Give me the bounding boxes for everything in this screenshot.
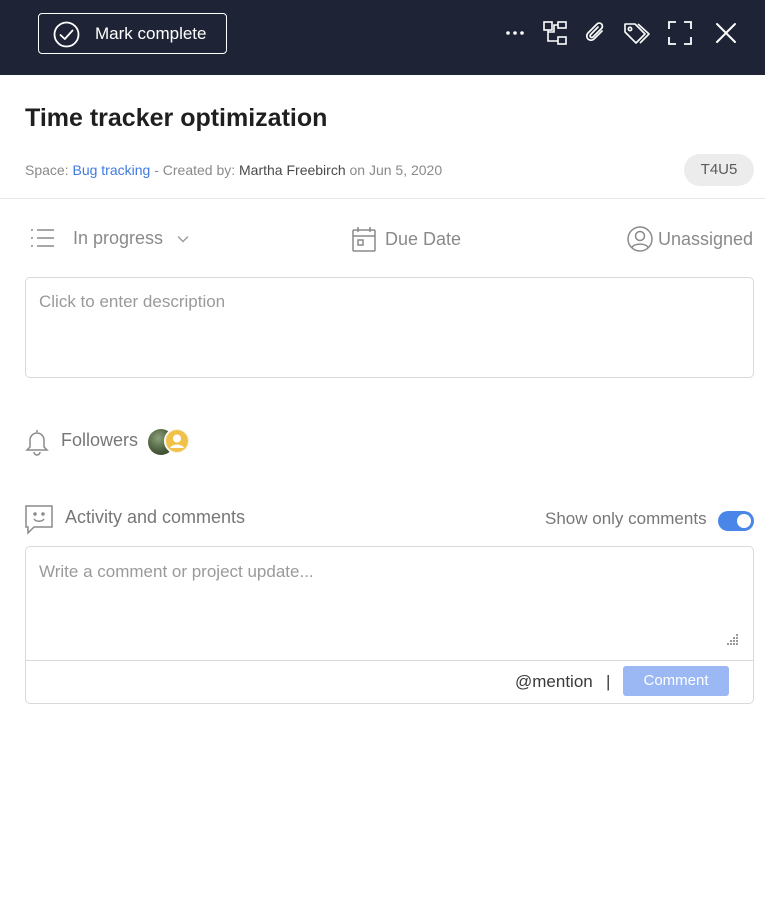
calendar-icon [352,227,376,252]
status-value: In progress [73,228,164,248]
task-id-badge: T4U5 [684,154,754,186]
comment-footer-divider [26,660,753,661]
followers-label: Followers [61,430,139,450]
user-circle-icon [627,226,653,252]
assignee-value: Unassigned [658,228,754,249]
mention-button[interactable]: @mention [515,672,593,692]
tags-icon[interactable] [623,20,653,46]
toggle-knob [737,514,751,528]
comment-input[interactable] [26,547,753,660]
comment-box: @mention | Comment [25,546,754,704]
task-title[interactable]: Time tracker optimization [25,104,327,133]
description-field[interactable]: Click to enter description [25,277,754,378]
attachment-icon[interactable] [583,20,609,46]
chat-smile-icon [25,505,53,535]
mark-complete-button[interactable]: Mark complete [38,13,227,54]
created-prefix: - Created by: [150,162,240,178]
show-only-comments-toggle[interactable] [718,511,754,531]
resize-handle-icon[interactable] [727,633,739,645]
avatar-user-icon [166,430,188,452]
more-icon[interactable] [502,20,528,46]
bell-icon [25,430,49,456]
task-meta: Space: Bug tracking - Created by: Martha… [25,162,442,178]
status-dropdown[interactable]: In progress [30,226,189,251]
fullscreen-icon[interactable] [667,20,693,46]
close-icon[interactable] [713,20,739,46]
follower-avatar[interactable] [164,428,190,454]
mark-complete-label: Mark complete [95,24,207,43]
space-link[interactable]: Bug tracking [72,162,150,178]
top-toolbar: Mark complete [0,0,765,75]
assignee-picker[interactable]: Unassigned [627,226,753,252]
comment-submit-button[interactable]: Comment [623,666,729,696]
list-icon [31,229,54,247]
creator-name: Martha Freebirch [239,162,346,178]
description-placeholder: Click to enter description [39,292,226,311]
due-date-label: Due Date [385,228,462,249]
space-prefix: Space: [25,162,73,178]
show-only-comments-label: Show only comments [545,509,707,528]
subtasks-icon[interactable] [542,20,568,46]
check-circle-icon [53,21,80,48]
separator: | [606,672,611,691]
chevron-down-icon [177,235,189,242]
activity-label: Activity and comments [65,507,246,527]
header-divider [0,198,765,199]
created-date: on Jun 5, 2020 [345,162,443,178]
due-date-picker[interactable]: Due Date [352,226,461,252]
